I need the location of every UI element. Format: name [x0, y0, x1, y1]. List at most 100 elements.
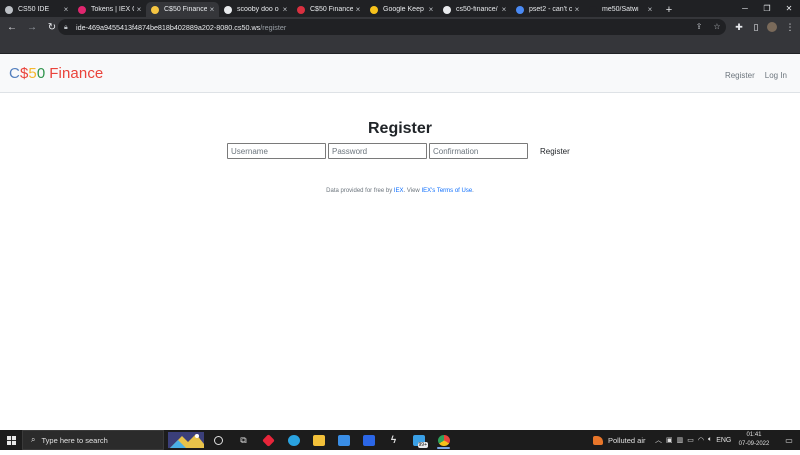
- address-bar[interactable]: 🔒︎ ide-469a9455413f4874be818b402889a202-…: [58, 19, 726, 35]
- task-view-icon[interactable]: ⧉: [231, 430, 256, 450]
- search-highlight-art-icon[interactable]: [166, 430, 206, 450]
- tray-app-icon-2[interactable]: ▥: [677, 436, 684, 444]
- chrome-taskbar-icon[interactable]: [431, 430, 456, 450]
- new-tab-button[interactable]: +: [661, 2, 677, 17]
- tab-close-icon[interactable]: ×: [207, 5, 217, 14]
- side-panel-icon[interactable]: ▯: [750, 19, 762, 35]
- tab-favicon-icon: [5, 5, 13, 14]
- weather-icon: [593, 435, 603, 445]
- edge-browser-icon[interactable]: [281, 430, 306, 450]
- tab-close-icon[interactable]: ×: [353, 5, 363, 14]
- password-input[interactable]: [328, 143, 427, 159]
- lightning-app-icon[interactable]: ϟ: [381, 430, 406, 450]
- tab-strip: CS50 IDE × Tokens | IEX C × C$50 Finance × sco…: [0, 0, 800, 17]
- browser-tab[interactable]: scooby doo o ×: [219, 2, 292, 17]
- search-icon: ⌕: [31, 435, 36, 444]
- url-path: /register: [260, 22, 287, 32]
- brand-finance: Finance: [49, 65, 104, 82]
- tab-title: CS50 IDE: [18, 6, 50, 13]
- notification-center-icon[interactable]: ▭: [782, 430, 796, 450]
- kebab-menu-icon[interactable]: ⋮: [784, 19, 796, 35]
- browser-tab[interactable]: cs50-finance/×: [438, 2, 511, 17]
- mail-icon[interactable]: [331, 430, 356, 450]
- puzzle-icon[interactable]: ✚: [733, 19, 745, 35]
- tray-app-icon[interactable]: ▣: [666, 436, 673, 444]
- language-indicator[interactable]: ENG: [716, 437, 731, 444]
- clock-date: 07-09-2022: [738, 441, 770, 447]
- iex-terms-link[interactable]: IEX's Terms of Use: [421, 188, 472, 194]
- red-app-icon[interactable]: [256, 430, 281, 450]
- messages-icon[interactable]: 99+: [406, 430, 431, 450]
- browser-toolbar: ← → ↻ 🔒︎ ide-469a9455413f4874be818b40288…: [0, 17, 800, 37]
- tab-close-icon[interactable]: ×: [426, 5, 436, 14]
- tab-close-icon[interactable]: ×: [645, 5, 655, 14]
- taskbar-search-box[interactable]: ⌕ Type here to search: [22, 430, 164, 450]
- nav-links: Register Log In: [725, 71, 787, 80]
- dropbox-icon[interactable]: [356, 430, 381, 450]
- weather-text: Polluted air: [608, 435, 646, 445]
- browser-tab[interactable]: me50/Satwi ×: [584, 2, 657, 17]
- lock-icon[interactable]: 🔒︎: [64, 24, 71, 31]
- tab-title: C$50 Finance: [310, 6, 353, 13]
- close-window-icon[interactable]: ✕: [778, 0, 800, 17]
- forward-arrow-icon[interactable]: →: [24, 19, 40, 35]
- tab-favicon-icon: [589, 5, 597, 14]
- iex-link[interactable]: IEX: [394, 188, 404, 194]
- tab-favicon-icon: [370, 5, 378, 14]
- username-input[interactable]: [227, 143, 326, 159]
- footer-middle: . View: [403, 188, 422, 194]
- tab-title: Tokens | IEX C: [91, 6, 134, 13]
- brand-zero: 0: [36, 65, 46, 82]
- profile-icon[interactable]: [766, 19, 778, 35]
- web-page: C$50Finance Register Log In Register Reg…: [0, 54, 800, 430]
- register-button[interactable]: Register: [536, 143, 574, 159]
- tab-title: C$50 Finance: [164, 6, 207, 13]
- tab-favicon-icon: [516, 5, 524, 14]
- browser-tab[interactable]: Google Keep ×: [365, 2, 438, 17]
- taskbar-search-placeholder: Type here to search: [41, 435, 108, 445]
- browser-tab[interactable]: C$50 Finance ×: [292, 2, 365, 17]
- nav-login-link[interactable]: Log In: [765, 71, 787, 80]
- browser-tab[interactable]: CS50 IDE ×: [0, 2, 73, 17]
- brand-five: 5: [28, 65, 37, 82]
- tab-close-icon[interactable]: ×: [280, 5, 290, 14]
- tab-list: CS50 IDE × Tokens | IEX C × C$50 Finance × sco…: [0, 2, 657, 17]
- minimize-window-icon[interactable]: ─: [734, 0, 756, 17]
- notification-badge: 99+: [417, 442, 428, 448]
- tab-favicon-icon: [151, 5, 159, 14]
- tab-close-icon[interactable]: ×: [61, 5, 71, 14]
- tab-title: Google Keep: [383, 6, 424, 13]
- url-host: ide-469a9455413f4874be818b402889a202-808…: [76, 22, 261, 32]
- restore-window-icon[interactable]: ❐: [756, 0, 778, 17]
- volume-icon[interactable]: 🔈︎: [708, 436, 712, 444]
- browser-tab[interactable]: pset2 - can't c ×: [511, 2, 584, 17]
- tab-title: pset2 - can't c: [529, 6, 572, 13]
- tab-title: scooby doo o: [237, 6, 279, 13]
- footer-attribution: Data provided for free by IEX. View IEX'…: [0, 188, 800, 194]
- register-form: Register: [227, 143, 574, 159]
- nav-register-link[interactable]: Register: [725, 71, 755, 80]
- browser-tab[interactable]: C$50 Finance ×: [146, 2, 219, 17]
- tab-close-icon[interactable]: ×: [134, 5, 144, 14]
- tab-favicon-icon: [297, 5, 305, 14]
- tab-close-icon[interactable]: ×: [572, 5, 582, 14]
- file-explorer-icon[interactable]: [306, 430, 331, 450]
- brand-logo[interactable]: C$50 Finance: [9, 65, 103, 82]
- windows-start-icon[interactable]: [0, 430, 22, 450]
- tab-title: me50/Satwi: [602, 6, 639, 13]
- confirmation-input[interactable]: [429, 143, 528, 159]
- share-icon[interactable]: ⇪: [694, 22, 704, 32]
- tab-favicon-icon: [224, 5, 232, 14]
- cortana-icon[interactable]: [206, 430, 231, 450]
- tab-close-icon[interactable]: ×: [499, 5, 509, 14]
- taskbar-clock[interactable]: 01:41 07-09-2022: [736, 431, 772, 449]
- weather-widget[interactable]: Polluted air: [593, 430, 646, 450]
- chevron-up-icon[interactable]: ︿: [655, 435, 662, 445]
- battery-icon[interactable]: ▭: [687, 436, 694, 444]
- tab-favicon-icon: [443, 5, 451, 14]
- back-arrow-icon[interactable]: ←: [4, 19, 20, 35]
- browser-tab[interactable]: Tokens | IEX C ×: [73, 2, 146, 17]
- wifi-icon[interactable]: ◠: [698, 436, 704, 444]
- system-tray: ︿ ▣ ▥ ▭ ◠ 🔈︎ ENG: [655, 430, 731, 450]
- star-icon[interactable]: ☆: [712, 22, 722, 32]
